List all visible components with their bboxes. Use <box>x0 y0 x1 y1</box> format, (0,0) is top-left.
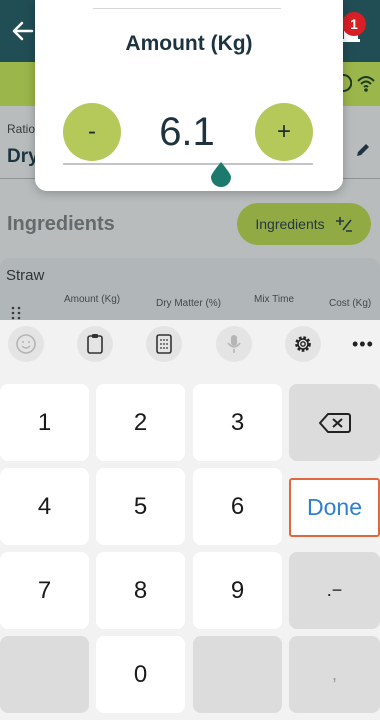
blank-key-left <box>0 636 89 713</box>
ration-label: Ratio <box>7 122 36 136</box>
microphone-icon <box>227 335 241 353</box>
key-9[interactable]: 9 <box>193 552 282 629</box>
backspace-icon <box>318 412 351 433</box>
dot-minus-key[interactable]: .− <box>289 552 380 629</box>
amount-input[interactable] <box>127 104 247 160</box>
more-options-button[interactable]: ••• <box>352 334 374 355</box>
plus-minus-icon <box>335 217 352 232</box>
ingredients-button[interactable]: Ingredients <box>237 203 371 245</box>
ingredients-button-label: Ingredients <box>255 216 325 232</box>
column-cost: Cost (Kg) <box>329 298 372 309</box>
key-1[interactable]: 1 <box>0 384 89 461</box>
done-key[interactable]: Done <box>289 478 380 537</box>
key-5[interactable]: 5 <box>96 468 185 545</box>
back-button[interactable] <box>8 16 38 46</box>
wifi-icon <box>357 76 375 92</box>
arrow-left-icon <box>12 21 34 41</box>
clipboard-icon <box>87 334 103 354</box>
column-dry-matter: Dry Matter (%) <box>156 298 221 309</box>
column-amount: Amount (Kg) <box>64 294 121 305</box>
dialog-top-divider <box>93 8 281 9</box>
text-cursor-handle[interactable] <box>209 160 233 188</box>
increment-button[interactable]: + <box>255 103 313 161</box>
ingredient-title: Straw <box>6 267 45 284</box>
key-3[interactable]: 3 <box>193 384 282 461</box>
key-6[interactable]: 6 <box>193 468 282 545</box>
ingredient-card[interactable] <box>0 258 380 328</box>
ration-value: Dry <box>7 146 39 167</box>
comma-key[interactable]: , <box>289 636 380 713</box>
microphone-button[interactable] <box>216 326 252 362</box>
edit-ration-button[interactable] <box>355 142 371 163</box>
backspace-key[interactable] <box>289 384 380 461</box>
amount-underline <box>63 163 313 165</box>
dialog-title: Amount (Kg) <box>125 32 253 55</box>
amount-dialog: Amount (Kg) - + <box>35 0 343 191</box>
clipboard-button[interactable] <box>77 326 113 362</box>
drag-handle-icon <box>11 306 21 320</box>
key-2[interactable]: 2 <box>96 384 185 461</box>
column-mix-time: Mix Time <box>254 294 294 305</box>
key-7[interactable]: 7 <box>0 552 89 629</box>
blank-key-right <box>193 636 282 713</box>
settings-icon <box>295 336 311 352</box>
decrement-button[interactable]: - <box>63 103 121 161</box>
emoji-icon <box>16 334 36 354</box>
ingredients-heading: Ingredients <box>7 213 115 235</box>
key-4[interactable]: 4 <box>0 468 89 545</box>
emoji-button[interactable] <box>8 326 44 362</box>
pencil-icon <box>357 144 369 156</box>
key-0[interactable]: 0 <box>96 636 185 713</box>
keypad-icon <box>156 334 172 354</box>
settings-button[interactable] <box>285 326 321 362</box>
keypad-button[interactable] <box>146 326 182 362</box>
key-8[interactable]: 8 <box>96 552 185 629</box>
notification-badge: 1 <box>342 12 366 36</box>
